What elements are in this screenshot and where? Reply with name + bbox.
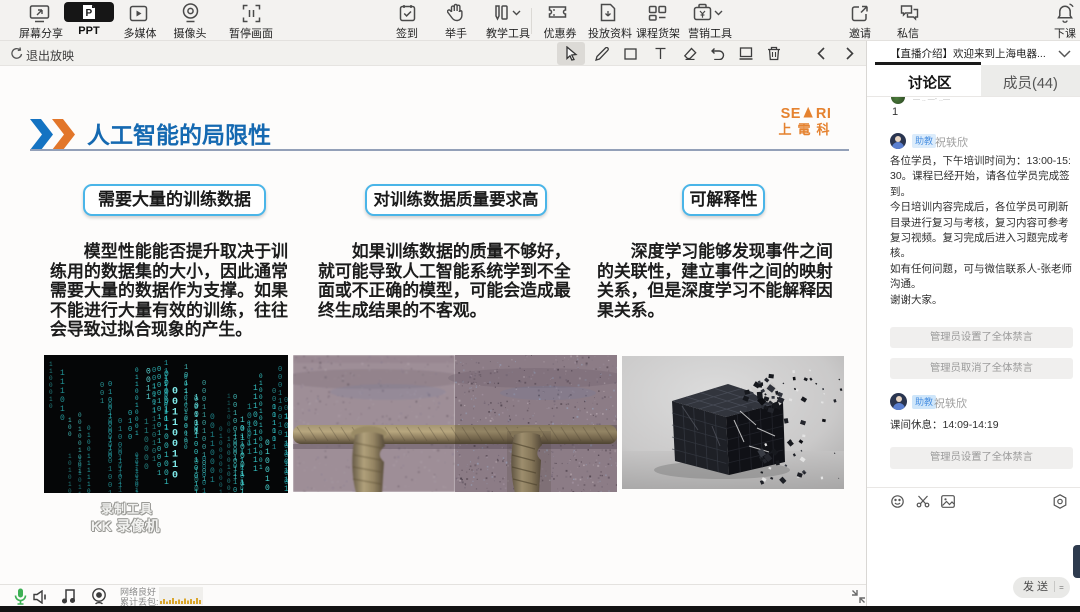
svg-text:0001101: 0001101 bbox=[272, 388, 276, 444]
svg-text:0100: 0100 bbox=[128, 410, 132, 442]
svg-text:00001010110001: 00001010110001 bbox=[157, 366, 161, 478]
svg-text:0000: 0000 bbox=[247, 420, 251, 448]
svg-text:000110010: 000110010 bbox=[278, 366, 282, 438]
svg-text:1111110101: 1111110101 bbox=[152, 384, 156, 464]
svg-text:001: 001 bbox=[100, 382, 104, 406]
svg-text:001100110: 001100110 bbox=[172, 387, 178, 482]
svg-text:10101001: 10101001 bbox=[68, 453, 72, 493]
svg-text:1110011111: 1110011111 bbox=[253, 384, 258, 474]
svg-text:01000101000001: 01000101000001 bbox=[259, 373, 263, 471]
svg-text:100010001: 100010001 bbox=[227, 436, 231, 493]
svg-text:1100010: 1100010 bbox=[184, 391, 188, 447]
svg-text:01001111100110: 01001111100110 bbox=[87, 425, 91, 493]
svg-text:00100: 00100 bbox=[284, 442, 288, 487]
svg-text:10010110: 10010110 bbox=[233, 431, 237, 493]
svg-text:111010: 111010 bbox=[60, 369, 65, 423]
svg-text:111000: 111000 bbox=[227, 393, 231, 435]
svg-text:0100101001010: 0100101001010 bbox=[265, 439, 270, 493]
svg-text:00110001: 00110001 bbox=[210, 413, 215, 485]
svg-text:11110100001: 11110100001 bbox=[135, 454, 139, 493]
svg-text:0101110: 0101110 bbox=[118, 447, 122, 493]
svg-text:101000111: 101000111 bbox=[240, 416, 245, 493]
svg-text:110000: 110000 bbox=[144, 418, 149, 472]
svg-text:100: 100 bbox=[68, 417, 72, 438]
svg-text:P: P bbox=[86, 8, 93, 19]
svg-text:0100000001001: 0100000001001 bbox=[219, 426, 223, 493]
svg-text:0110010001: 0110010001 bbox=[135, 367, 139, 437]
svg-text:010000001001: 010000001001 bbox=[108, 402, 112, 493]
svg-text:1100010: 1100010 bbox=[164, 374, 168, 423]
svg-text:10011: 10011 bbox=[194, 394, 199, 437]
svg-text:101011: 101011 bbox=[78, 456, 82, 493]
svg-text:1100010: 1100010 bbox=[49, 361, 53, 410]
svg-text:0011: 0011 bbox=[146, 368, 151, 403]
svg-text:00001: 00001 bbox=[202, 456, 206, 493]
